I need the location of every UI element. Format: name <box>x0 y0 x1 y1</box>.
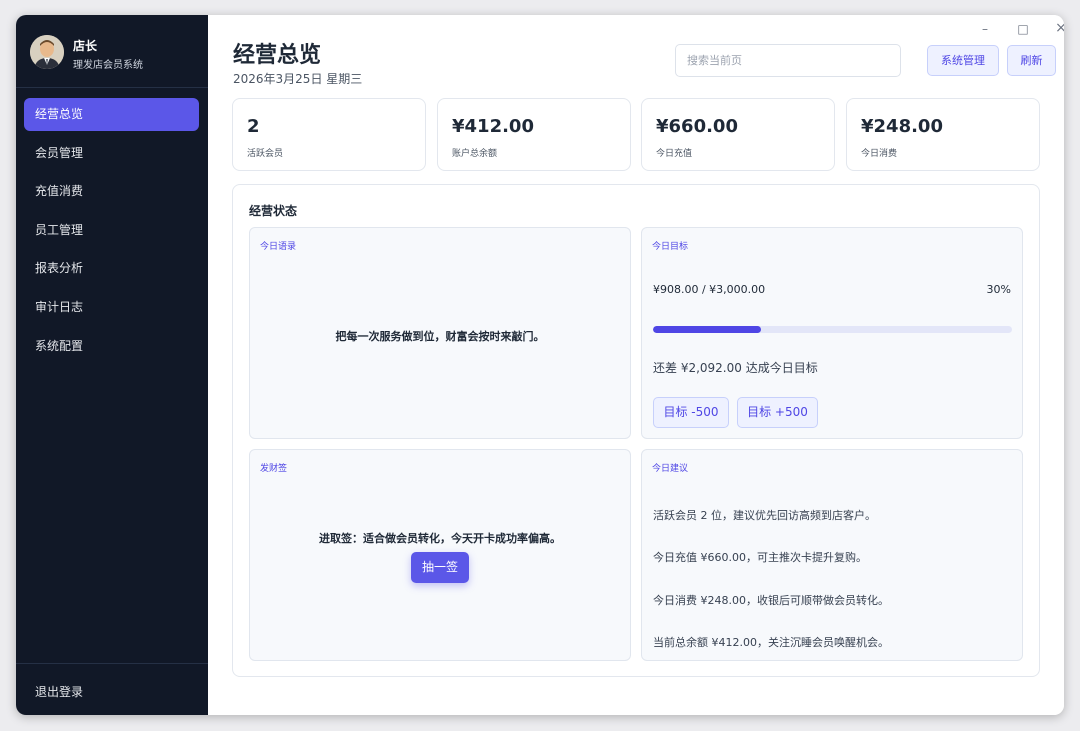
advice-item: 当前总余额 ¥412.00，关注沉睡会员唤醒机会。 <box>653 636 889 649</box>
draw-fortune-button[interactable]: 抽一签 <box>411 552 469 583</box>
logout-button[interactable]: 退出登录 <box>35 683 83 700</box>
sidebar-item-audit[interactable]: 审计日志 <box>24 291 199 324</box>
page-title: 经营总览 <box>233 43 322 68</box>
card-title: 今日建议 <box>652 464 689 474</box>
stat-card-total-balance: ¥412.00 账户总余额 <box>437 98 631 171</box>
advice-item: 今日充值 ¥660.00，可主推次卡提升复购。 <box>653 551 867 564</box>
system-name: 理发店会员系统 <box>73 60 143 71</box>
sidebar-item-recharge[interactable]: 充值消费 <box>24 175 199 208</box>
user-profile: 店长 理发店会员系统 <box>16 15 208 88</box>
minimize-icon[interactable]: – <box>976 22 994 36</box>
stat-label: 今日消费 <box>861 149 898 159</box>
quote-text: 把每一次服务做到位，财富会按时来敲门。 <box>335 330 545 343</box>
card-title: 发财签 <box>260 464 288 474</box>
user-name: 店长 <box>73 39 98 53</box>
sidebar-nav: 经营总览 会员管理 充值消费 员工管理 报表分析 审计日志 系统配置 <box>24 98 199 368</box>
goal-minus-button[interactable]: 目标 -500 <box>653 397 729 428</box>
stat-label: 账户总余额 <box>452 149 498 159</box>
sidebar-footer: 退出登录 <box>16 663 208 715</box>
section-title: 经营状态 <box>249 204 298 218</box>
goal-progress-fill <box>653 326 761 333</box>
goal-plus-button[interactable]: 目标 +500 <box>737 397 818 428</box>
card-title: 今日目标 <box>652 242 689 252</box>
app-window: 店长 理发店会员系统 经营总览 会员管理 充值消费 员工管理 报表分析 审计日志… <box>16 15 1064 715</box>
main-content: – □ × 经营总览 2026年3月25日 星期三 系统管理 刷新 2 活跃会员… <box>208 15 1064 715</box>
daily-quote-card: 今日语录 把每一次服务做到位，财富会按时来敲门。 <box>249 227 631 439</box>
daily-advice-card: 今日建议 活跃会员 2 位，建议优先回访高频到店客户。 今日充值 ¥660.00… <box>641 449 1023 661</box>
card-title: 今日语录 <box>260 242 297 252</box>
close-icon[interactable]: × <box>1052 20 1064 36</box>
refresh-button[interactable]: 刷新 <box>1007 45 1056 76</box>
advice-item: 今日消费 ¥248.00，收银后可顺带做会员转化。 <box>653 594 889 607</box>
maximize-icon[interactable]: □ <box>1014 22 1032 36</box>
sidebar-item-overview[interactable]: 经营总览 <box>24 98 199 131</box>
fortune-text: 进取签：适合做会员转化，今天开卡成功率偏高。 <box>319 532 561 545</box>
daily-goal-card: 今日目标 ¥908.00 / ¥3,000.00 30% 还差 ¥2,092.0… <box>641 227 1023 439</box>
page-date: 2026年3月25日 星期三 <box>233 72 363 86</box>
business-status-panel: 经营状态 今日语录 把每一次服务做到位，财富会按时来敲门。 今日目标 ¥908.… <box>232 184 1040 677</box>
stat-value: ¥412.00 <box>452 116 534 137</box>
avatar-person-icon <box>30 35 64 69</box>
sidebar-item-config[interactable]: 系统配置 <box>24 330 199 363</box>
stat-label: 今日充值 <box>656 149 693 159</box>
system-management-button[interactable]: 系统管理 <box>927 45 999 76</box>
advice-item: 活跃会员 2 位，建议优先回访高频到店客户。 <box>653 509 876 522</box>
goal-percent: 30% <box>986 283 1011 296</box>
sidebar-item-reports[interactable]: 报表分析 <box>24 252 199 285</box>
stat-value: ¥248.00 <box>861 116 943 137</box>
goal-remaining: 还差 ¥2,092.00 达成今日目标 <box>653 361 818 375</box>
stat-value: 2 <box>247 116 260 137</box>
sidebar-item-members[interactable]: 会员管理 <box>24 137 199 170</box>
sidebar: 店长 理发店会员系统 经营总览 会员管理 充值消费 员工管理 报表分析 审计日志… <box>16 15 208 715</box>
avatar <box>30 35 64 69</box>
stat-card-active-members: 2 活跃会员 <box>232 98 426 171</box>
stat-card-today-consumption: ¥248.00 今日消费 <box>846 98 1040 171</box>
stat-card-today-recharge: ¥660.00 今日充值 <box>641 98 835 171</box>
stat-value: ¥660.00 <box>656 116 738 137</box>
stat-label: 活跃会员 <box>247 149 284 159</box>
search-input[interactable] <box>675 44 901 77</box>
sidebar-item-staff[interactable]: 员工管理 <box>24 214 199 247</box>
fortune-slip-card: 发财签 进取签：适合做会员转化，今天开卡成功率偏高。 抽一签 <box>249 449 631 661</box>
goal-amount: ¥908.00 / ¥3,000.00 <box>653 283 766 296</box>
goal-progress-bar <box>653 326 1012 333</box>
